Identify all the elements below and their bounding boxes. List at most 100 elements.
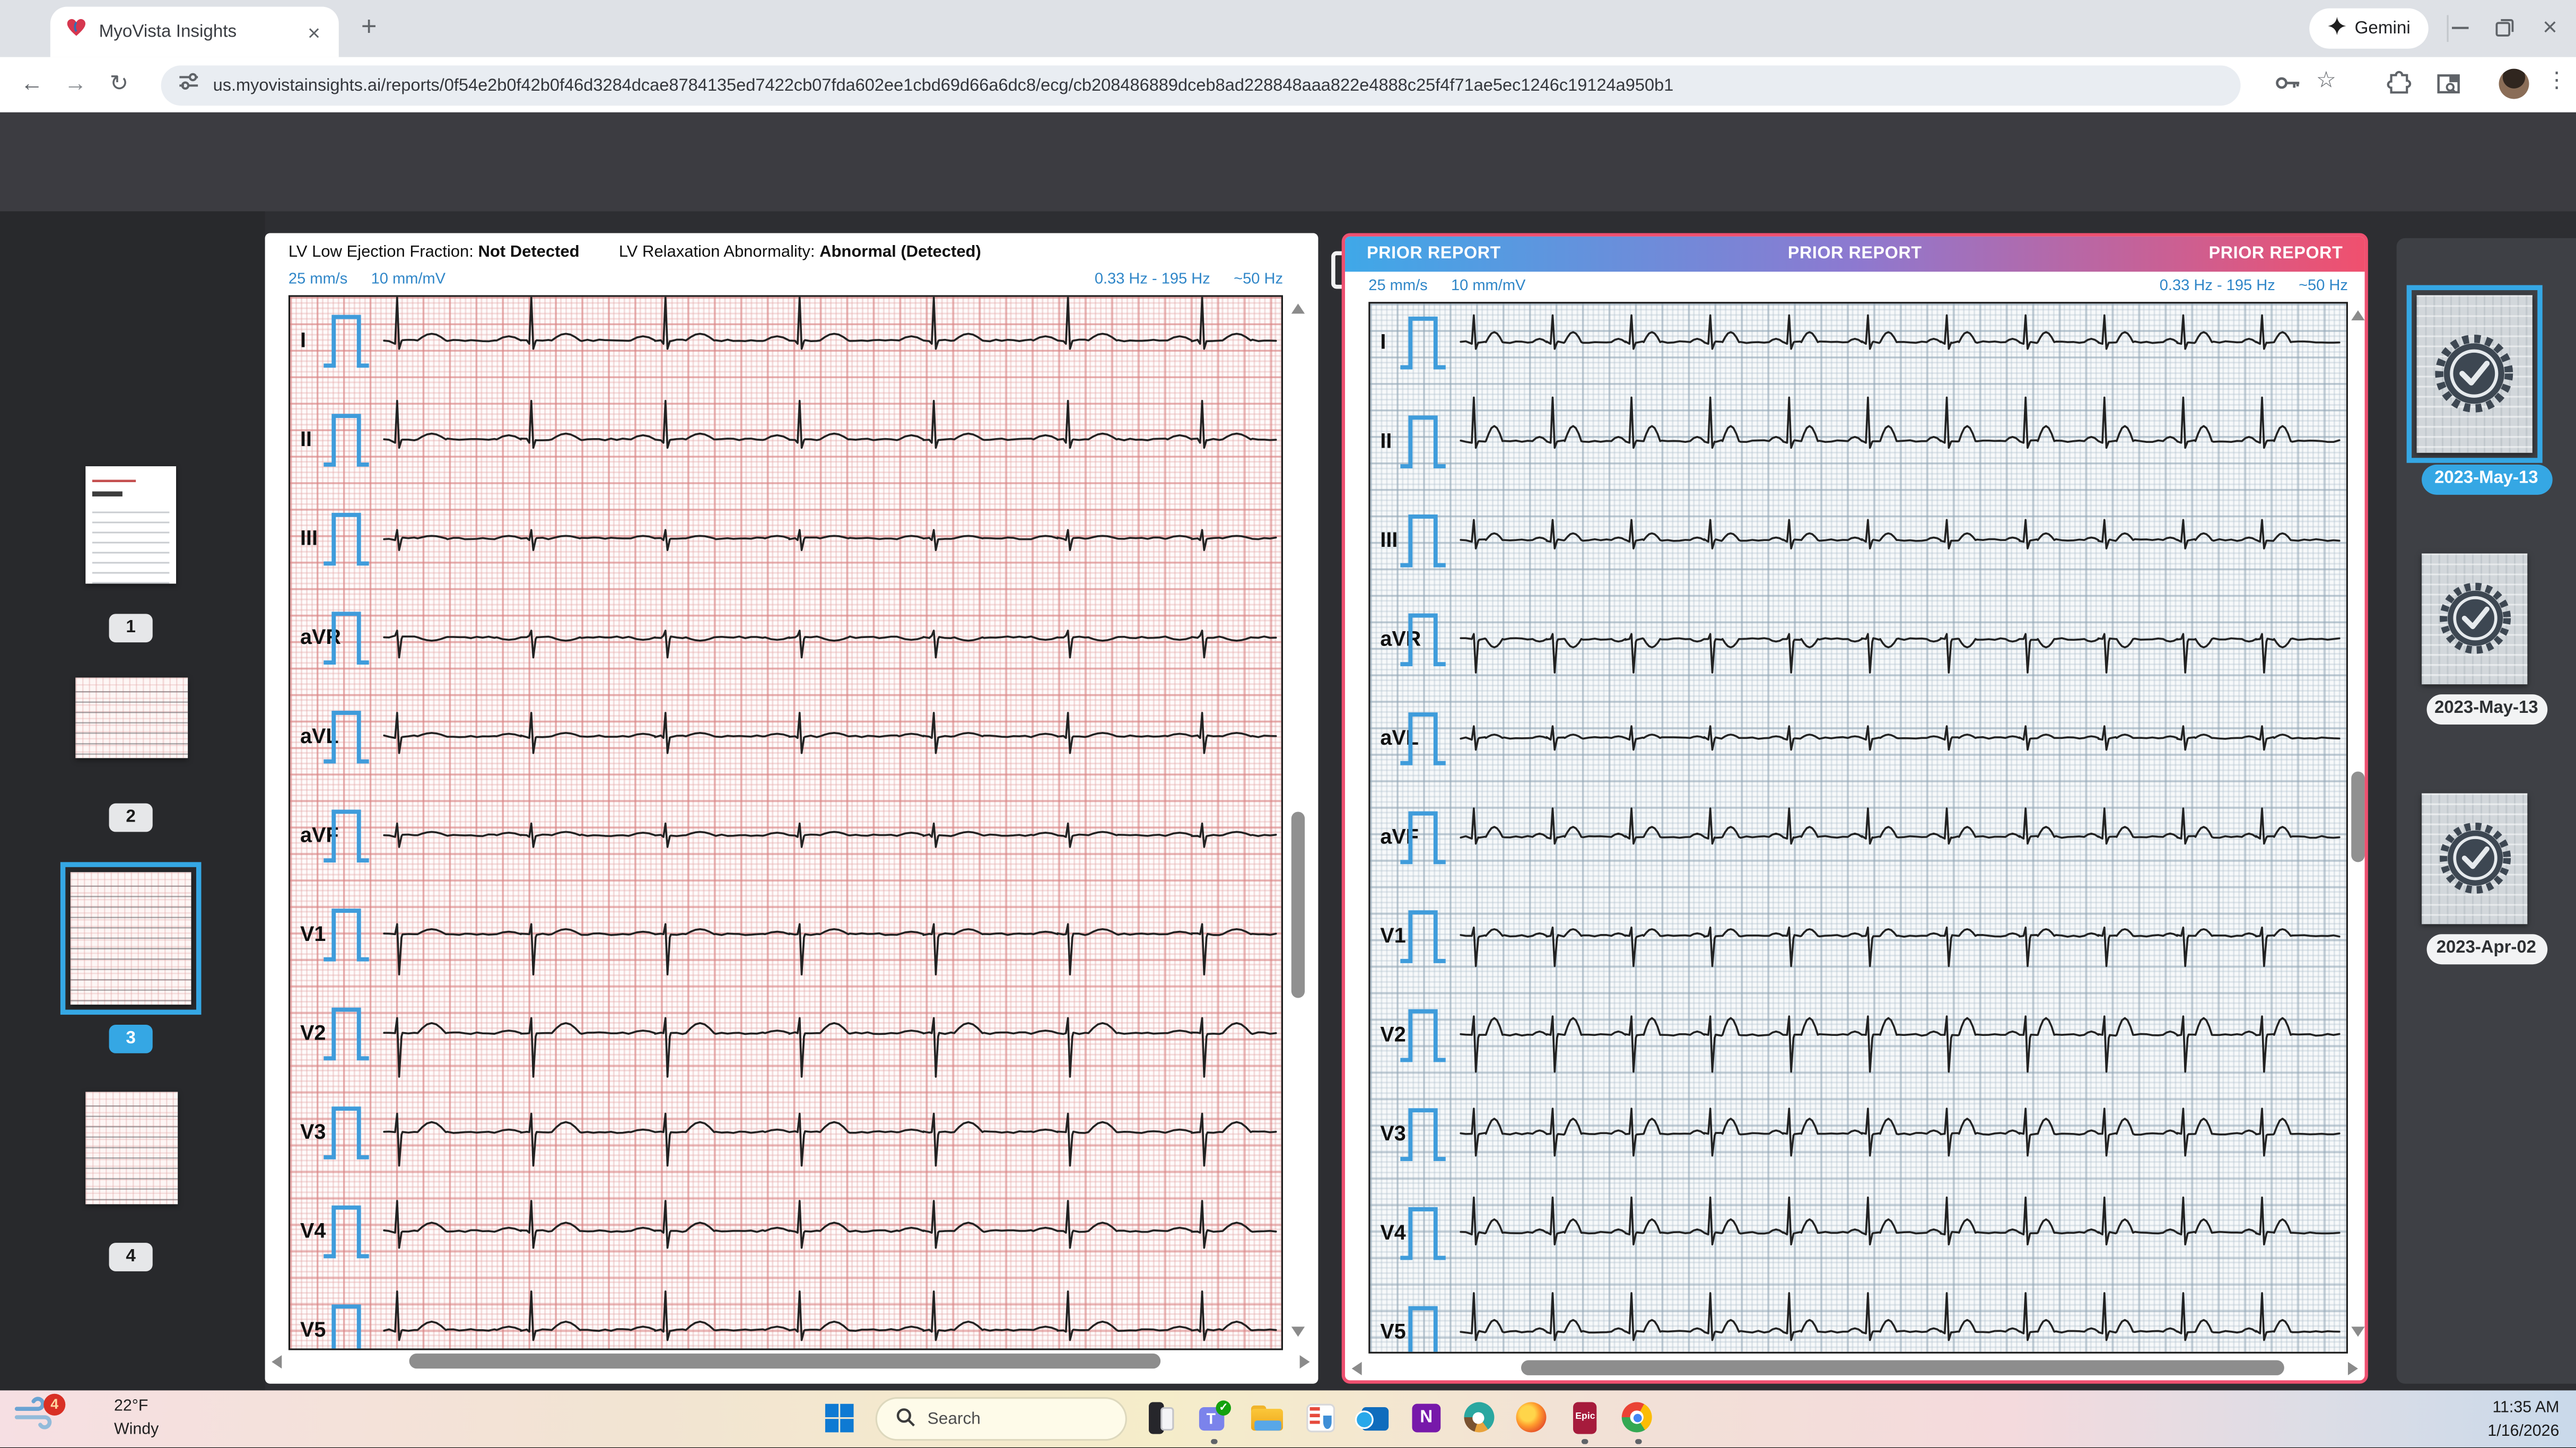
password-key-icon[interactable] — [2274, 71, 2301, 104]
svg-text:V3: V3 — [1380, 1122, 1405, 1145]
svg-text:V2: V2 — [1380, 1023, 1405, 1046]
weather-widget[interactable]: 4 22°F Windy — [13, 1395, 159, 1441]
current-ecg-chart[interactable]: IIIIIIaVRaVLaVFV1V2V3V4V5 — [289, 295, 1283, 1350]
page-number-badge-2[interactable]: 2 — [109, 804, 153, 832]
browser-menu-kebab-icon[interactable]: ⋮ — [2546, 67, 2568, 94]
scroll-left-arrow[interactable] — [272, 1355, 282, 1368]
window-close-button[interactable]: × — [2527, 0, 2572, 54]
svg-text:aVL: aVL — [1380, 726, 1418, 749]
ecg-traces: IIIIIIaVRaVLaVFV1V2V3V4V5 — [1370, 303, 2348, 1353]
prior-report-date-label[interactable]: 2023-May-13 — [2421, 465, 2552, 495]
gemini-spark-icon — [2328, 17, 2346, 40]
prior-report-banner-label: PRIOR REPORT — [1367, 245, 1501, 264]
svg-text:aVF: aVF — [1380, 825, 1418, 849]
teams-icon[interactable]: T✓ — [1197, 1400, 1232, 1435]
ecg-traces: IIIIIIaVRaVLaVFV1V2V3V4V5 — [290, 297, 1283, 1350]
notification-badge: 4 — [43, 1394, 65, 1416]
search-placeholder: Search — [928, 1410, 981, 1428]
temperature: 22°F — [114, 1397, 148, 1416]
prior-report-banner: PRIOR REPORT PRIOR REPORT PRIOR REPORT — [1345, 237, 2365, 272]
scroll-up-arrow[interactable] — [2351, 310, 2364, 320]
prior-report-thumbnail-2023-Apr-02[interactable] — [2422, 793, 2527, 924]
page-thumbnail-3[interactable] — [71, 872, 191, 1005]
chrome-icon[interactable] — [1621, 1400, 1656, 1435]
extensions-puzzle-icon[interactable] — [2387, 71, 2412, 104]
horizontal-scrollbar-thumb[interactable] — [409, 1353, 1161, 1367]
prior-reports-sidebar: 2023-May-13 2023-May-13 2023-Apr-02 — [2397, 238, 2576, 1384]
gain-value: 10 mm/mV — [371, 270, 446, 287]
start-button[interactable] — [825, 1404, 854, 1441]
browser-toolbar: ← → ↻ us.myovistainsights.ai/reports/0f5… — [0, 57, 2576, 112]
window-restore-button[interactable] — [2482, 0, 2527, 54]
svg-text:V5: V5 — [1380, 1320, 1405, 1343]
confirmed-seal-icon — [2434, 809, 2514, 908]
horizontal-scrollbar-thumb[interactable] — [1521, 1359, 2284, 1374]
running-app-indicator — [1582, 1438, 1589, 1443]
paint-icon[interactable] — [1303, 1400, 1338, 1435]
prior-report-thumbnail-2023-May-13[interactable] — [2422, 553, 2527, 684]
forward-icon[interactable]: → — [60, 71, 91, 95]
confirmed-seal-icon — [2434, 569, 2514, 668]
clock-time: 11:35 AM — [2492, 1399, 2559, 1417]
url-text: us.myovistainsights.ai/reports/0f54e2b0f… — [213, 76, 1674, 95]
address-bar[interactable]: us.myovistainsights.ai/reports/0f54e2b0f… — [161, 65, 2241, 106]
epic-icon[interactable]: Epic — [1568, 1400, 1603, 1435]
page-thumbnail-4[interactable] — [85, 1092, 177, 1205]
bookmark-star-icon[interactable]: ☆ — [2316, 67, 2336, 94]
browser-tab-strip: MyoVista Insights × + Gemini × — [0, 0, 2576, 57]
firefox-icon[interactable] — [1515, 1400, 1550, 1435]
scroll-up-arrow[interactable] — [1291, 303, 1305, 313]
scroll-right-arrow[interactable] — [2348, 1362, 2358, 1375]
reload-icon[interactable]: ↻ — [104, 71, 134, 98]
current-report-panel: LV Low Ejection Fraction: Not Detected L… — [265, 233, 1318, 1384]
prior-ecg-chart[interactable]: IIIIIIaVRaVLaVFV1V2V3V4V5 — [1368, 302, 2348, 1354]
weather-condition: Windy — [114, 1420, 159, 1438]
finding-value: Not Detected — [478, 243, 579, 262]
svg-text:V2: V2 — [300, 1022, 326, 1045]
svg-text:I: I — [1380, 330, 1386, 354]
svg-text:V1: V1 — [1380, 924, 1405, 947]
prior-report-date-label[interactable]: 2023-May-13 — [2426, 694, 2547, 725]
scroll-left-arrow[interactable] — [1352, 1362, 1362, 1375]
onenote-icon[interactable]: N — [1409, 1400, 1444, 1435]
page-number-badge-4[interactable]: 4 — [109, 1243, 153, 1271]
prior-report-date-label[interactable]: 2023-Apr-02 — [2426, 934, 2547, 964]
browser-tab[interactable]: MyoVista Insights × — [50, 7, 339, 57]
file-explorer-icon[interactable] — [1250, 1400, 1285, 1435]
outlook-icon[interactable] — [1356, 1400, 1391, 1435]
page-thumbnail-1[interactable] — [85, 466, 176, 583]
camera-icon[interactable] — [1462, 1400, 1497, 1435]
phone-link-icon[interactable] — [1144, 1400, 1179, 1435]
window-controls: × — [2437, 0, 2573, 54]
finding-label: LV Relaxation Abnormality: — [619, 243, 815, 262]
vertical-scrollbar-thumb[interactable] — [1291, 812, 1305, 998]
profile-avatar[interactable] — [2499, 69, 2529, 99]
page-thumbnail-2[interactable] — [75, 677, 187, 758]
vertical-scrollbar-thumb[interactable] — [2351, 772, 2364, 862]
prior-report-thumbnail-2023-May-13[interactable] — [2417, 295, 2533, 453]
app-toolbar: Zoom Confirm PDF — [0, 112, 2576, 212]
svg-text:V5: V5 — [300, 1318, 326, 1341]
page-number-badge-1[interactable]: 1 — [109, 614, 153, 642]
speed-value: 25 mm/s — [1368, 277, 1427, 294]
speed-value: 25 mm/s — [289, 270, 347, 287]
site-favicon-heart-icon — [65, 17, 87, 47]
page-number-badge-3[interactable]: 3 — [109, 1025, 153, 1053]
band-filter-value: 0.33 Hz - 195 Hz — [1095, 270, 1210, 287]
gemini-button[interactable]: Gemini — [2309, 8, 2429, 49]
scroll-right-arrow[interactable] — [1300, 1355, 1310, 1368]
taskbar-clock[interactable]: 11:35 AM 1/16/2026 — [2487, 1397, 2559, 1442]
screen: MyoVista Insights × + Gemini × ← → ↻ — [0, 0, 2576, 1448]
notch-filter-value: ~50 Hz — [1234, 270, 1283, 287]
reading-mode-icon[interactable] — [2435, 71, 2462, 106]
tab-close-icon[interactable]: × — [304, 21, 324, 43]
back-icon[interactable]: ← — [17, 71, 47, 95]
taskbar-app-icons: T✓ N Epic — [1144, 1400, 1656, 1435]
window-minimize-button[interactable] — [2437, 0, 2482, 54]
taskbar-search[interactable]: Search — [876, 1397, 1127, 1441]
new-tab-button[interactable]: + — [352, 12, 386, 45]
site-settings-icon[interactable] — [178, 71, 199, 101]
scroll-down-arrow[interactable] — [2351, 1327, 2364, 1337]
scroll-down-arrow[interactable] — [1291, 1327, 1305, 1337]
svg-text:II: II — [300, 428, 312, 451]
